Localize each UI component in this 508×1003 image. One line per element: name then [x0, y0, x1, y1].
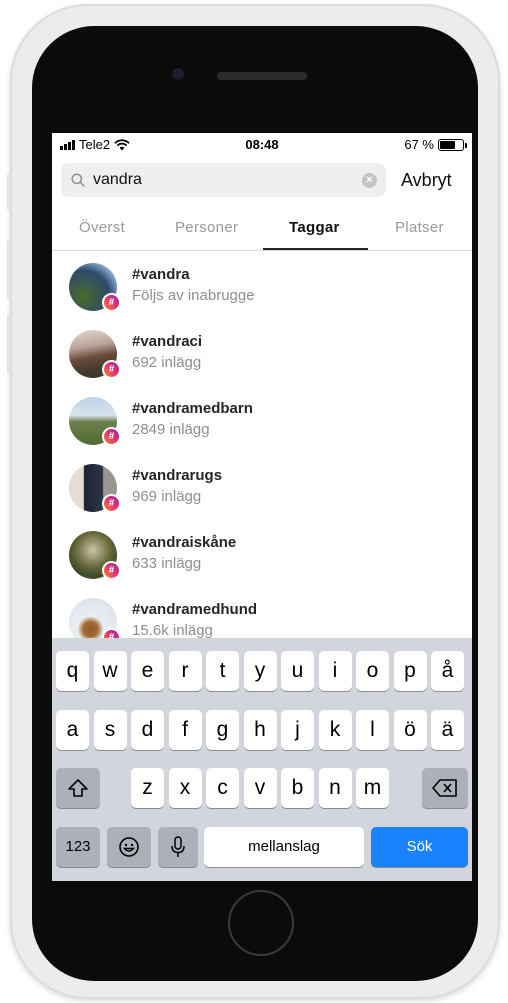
- tab-people[interactable]: Personer: [175, 219, 238, 236]
- key-y[interactable]: y: [243, 651, 277, 691]
- cancel-button[interactable]: Avbryt: [401, 170, 452, 191]
- backspace-icon: [432, 779, 457, 798]
- key-k[interactable]: k: [318, 710, 352, 750]
- key-å[interactable]: å: [431, 651, 464, 691]
- key-ä[interactable]: ä: [431, 710, 464, 750]
- list-item[interactable]: # #vandra Följs av inabrugge: [52, 252, 472, 319]
- key-t[interactable]: t: [206, 651, 239, 691]
- hashtag-name: #vandrarugs: [132, 467, 223, 484]
- emoji-key[interactable]: [107, 827, 151, 867]
- battery-percent: 67 %: [404, 137, 434, 152]
- key-h[interactable]: h: [243, 710, 277, 750]
- key-b[interactable]: b: [281, 768, 314, 808]
- hashtag-icon: #: [102, 427, 121, 446]
- key-s[interactable]: s: [93, 710, 127, 750]
- battery-icon: [438, 138, 467, 151]
- clear-search-icon[interactable]: ×: [362, 173, 377, 188]
- tab-places[interactable]: Platser: [395, 219, 444, 236]
- key-g[interactable]: g: [206, 710, 239, 750]
- key-p[interactable]: p: [393, 651, 427, 691]
- key-o[interactable]: o: [356, 651, 389, 691]
- shift-key[interactable]: [56, 768, 100, 808]
- volume-up-button: [7, 239, 11, 299]
- search-tabs: Överst Personer Taggar Platser: [52, 209, 472, 251]
- earpiece-speaker: [217, 72, 307, 80]
- key-z[interactable]: z: [131, 768, 164, 808]
- shift-icon: [68, 779, 88, 798]
- hashtag-subtitle: 969 inlägg: [132, 488, 202, 505]
- search-icon: [71, 173, 85, 187]
- key-l[interactable]: l: [356, 710, 389, 750]
- hashtag-icon: #: [102, 293, 121, 312]
- home-button[interactable]: [228, 890, 294, 956]
- hashtag-subtitle: 15.6k inlägg: [132, 622, 213, 639]
- key-c[interactable]: c: [206, 768, 239, 808]
- search-input[interactable]: [93, 171, 343, 189]
- hashtag-results: # #vandra Följs av inabrugge # #vandraci…: [52, 252, 472, 654]
- backspace-key[interactable]: [422, 768, 468, 808]
- tab-top[interactable]: Överst: [79, 219, 125, 236]
- key-f[interactable]: f: [168, 710, 202, 750]
- space-key[interactable]: mellanslag: [204, 827, 364, 867]
- dictation-key[interactable]: [158, 827, 198, 867]
- search-bar: × Avbryt: [52, 161, 472, 201]
- key-u[interactable]: u: [281, 651, 314, 691]
- key-d[interactable]: d: [131, 710, 164, 750]
- key-v[interactable]: v: [243, 768, 277, 808]
- key-i[interactable]: i: [318, 651, 352, 691]
- tab-tags[interactable]: Taggar: [289, 219, 340, 236]
- hashtag-icon: #: [102, 494, 121, 513]
- screen: Tele2 08:48 67 % × Avbryt Överst Persone: [52, 133, 472, 881]
- search-return-key[interactable]: Sök: [371, 827, 468, 867]
- hashtag-icon: #: [102, 360, 121, 379]
- key-x[interactable]: x: [168, 768, 202, 808]
- active-tab-indicator: [263, 248, 368, 250]
- hashtag-name: #vandramedbarn: [132, 400, 253, 417]
- numbers-key[interactable]: 123: [56, 827, 100, 867]
- hashtag-icon: #: [102, 561, 121, 580]
- list-item[interactable]: # #vandraci 692 inlägg: [52, 319, 472, 386]
- key-w[interactable]: w: [93, 651, 127, 691]
- search-field[interactable]: ×: [61, 163, 386, 197]
- front-camera: [172, 68, 184, 80]
- hashtag-subtitle: Följs av inabrugge: [132, 287, 255, 304]
- list-item[interactable]: # #vandramedbarn 2849 inlägg: [52, 386, 472, 453]
- microphone-icon: [171, 836, 185, 858]
- mute-switch: [7, 174, 11, 210]
- hashtag-name: #vandramedhund: [132, 601, 258, 618]
- hashtag-name: #vandra: [132, 266, 190, 283]
- key-q[interactable]: q: [56, 651, 89, 691]
- volume-down-button: [7, 314, 11, 374]
- key-r[interactable]: r: [168, 651, 202, 691]
- key-j[interactable]: j: [281, 710, 314, 750]
- hashtag-name: #vandraiskåne: [132, 534, 237, 551]
- list-item[interactable]: # #vandrarugs 969 inlägg: [52, 453, 472, 520]
- hashtag-subtitle: 2849 inlägg: [132, 421, 210, 438]
- key-a[interactable]: a: [56, 710, 89, 750]
- hashtag-subtitle: 633 inlägg: [132, 555, 202, 572]
- key-m[interactable]: m: [356, 768, 389, 808]
- status-bar: Tele2 08:48 67 %: [52, 133, 472, 155]
- hashtag-subtitle: 692 inlägg: [132, 354, 202, 371]
- keyboard: qwertyuiopå asdfghjklöä zxcvbnm 123 mell…: [52, 638, 472, 881]
- key-ö[interactable]: ö: [393, 710, 427, 750]
- hashtag-name: #vandraci: [132, 333, 203, 350]
- list-item[interactable]: # #vandraiskåne 633 inlägg: [52, 520, 472, 587]
- key-n[interactable]: n: [318, 768, 352, 808]
- key-e[interactable]: e: [131, 651, 164, 691]
- emoji-icon: [119, 837, 139, 858]
